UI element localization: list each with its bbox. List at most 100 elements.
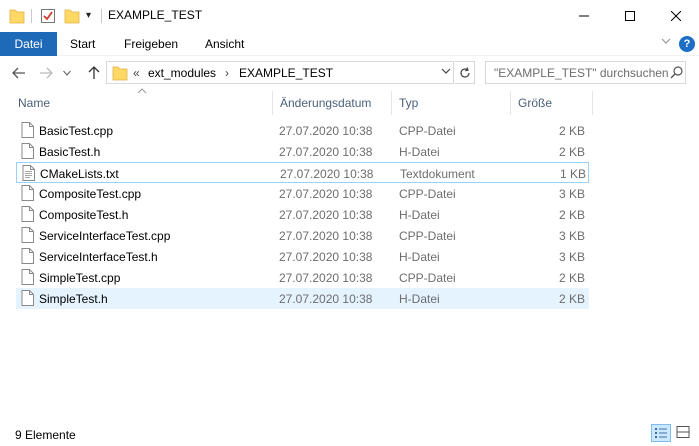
file-date: 27.07.2020 10:38	[279, 250, 373, 264]
file-icon	[21, 248, 34, 264]
column-header-name[interactable]: Name	[18, 96, 50, 120]
tab-share[interactable]: Freigeben	[124, 32, 178, 56]
breadcrumb-example-test[interactable]: EXAMPLE_TEST	[239, 66, 333, 80]
column-header-type[interactable]: Typ	[399, 96, 418, 120]
file-icon	[21, 290, 34, 306]
file-name: BasicTest.cpp	[39, 124, 114, 138]
file-icon	[21, 206, 34, 222]
folder-icon[interactable]	[9, 7, 25, 25]
toolbar-separator	[101, 9, 102, 23]
close-button[interactable]	[653, 0, 699, 32]
text-file-icon	[22, 165, 35, 181]
address-dropdown-icon[interactable]	[440, 65, 452, 80]
file-type: H-Datei	[399, 145, 440, 159]
properties-icon[interactable]	[40, 7, 56, 25]
file-row[interactable]: BasicTest.cpp 27.07.2020 10:38 CPP-Datei…	[16, 120, 589, 141]
large-icons-view-icon	[676, 426, 690, 438]
file-type: CPP-Datei	[399, 271, 456, 285]
window-title: EXAMPLE_TEST	[108, 8, 203, 22]
file-name: ServiceInterfaceTest.h	[39, 250, 158, 264]
file-row[interactable]: SimpleTest.cpp 27.07.2020 10:38 CPP-Date…	[16, 267, 589, 288]
file-name: CMakeLists.txt	[40, 167, 119, 181]
arrow-right-icon	[40, 67, 53, 79]
file-type: CPP-Datei	[399, 187, 456, 201]
forward-button[interactable]	[36, 63, 56, 83]
file-row[interactable]: SimpleTest.h 27.07.2020 10:38 H-Datei 2 …	[16, 288, 589, 309]
file-row[interactable]: CompositeTest.cpp 27.07.2020 10:38 CPP-D…	[16, 183, 589, 204]
file-row[interactable]: ServiceInterfaceTest.h 27.07.2020 10:38 …	[16, 246, 589, 267]
folder-icon	[112, 66, 128, 81]
large-icons-view-button[interactable]	[674, 424, 694, 442]
ribbon: Datei Start Freigeben Ansicht ?	[0, 32, 699, 56]
chevron-down-icon	[63, 70, 71, 76]
breadcrumb-ext-modules[interactable]: ext_modules	[148, 66, 216, 80]
sort-ascending-icon	[137, 86, 147, 96]
file-date: 27.07.2020 10:38	[279, 145, 373, 159]
file-name: CompositeTest.cpp	[39, 187, 142, 201]
file-date: 27.07.2020 10:38	[279, 187, 373, 201]
file-size: 1 KB	[559, 167, 586, 181]
refresh-button[interactable]	[455, 61, 475, 84]
file-date: 27.07.2020 10:38	[279, 124, 373, 138]
minimize-button[interactable]	[561, 0, 607, 32]
file-type: H-Datei	[399, 292, 440, 306]
file-size: 2 KB	[558, 271, 585, 285]
item-count: 9 Elemente	[15, 428, 76, 442]
column-divider[interactable]	[592, 91, 593, 115]
arrow-up-icon	[88, 66, 100, 79]
file-icon	[21, 185, 34, 201]
address-bar[interactable]: « ext_modules › EXAMPLE_TEST	[106, 61, 454, 84]
maximize-icon	[625, 11, 635, 21]
up-button[interactable]	[84, 63, 104, 83]
file-size: 2 KB	[558, 208, 585, 222]
column-header-size[interactable]: Größe	[518, 96, 552, 120]
address-overflow[interactable]: «	[133, 66, 140, 80]
minimize-icon	[579, 15, 589, 17]
file-icon	[21, 269, 34, 285]
search-input[interactable]: "EXAMPLE_TEST" durchsuchen	[485, 61, 686, 84]
refresh-icon	[459, 66, 470, 78]
column-header-date[interactable]: Änderungsdatum	[280, 96, 371, 120]
tab-file[interactable]: Datei	[0, 32, 57, 56]
file-date: 27.07.2020 10:38	[279, 229, 373, 243]
ribbon-expand-icon[interactable]	[661, 37, 671, 48]
quick-access-dropdown-icon[interactable]: ▾	[86, 7, 96, 25]
search-placeholder: "EXAMPLE_TEST" durchsuchen	[494, 66, 669, 80]
maximize-button[interactable]	[607, 0, 653, 32]
file-date: 27.07.2020 10:38	[279, 271, 373, 285]
close-icon	[671, 11, 681, 21]
toolbar-separator	[31, 9, 32, 23]
arrow-left-icon	[12, 67, 25, 79]
new-folder-icon[interactable]	[64, 7, 80, 25]
file-row[interactable]: ServiceInterfaceTest.cpp 27.07.2020 10:3…	[16, 225, 589, 246]
file-size: 2 KB	[558, 145, 585, 159]
details-view-button[interactable]	[651, 424, 671, 442]
file-type: Textdokument	[400, 167, 475, 181]
file-size: 3 KB	[558, 250, 585, 264]
breadcrumb-separator-icon[interactable]: ›	[225, 66, 229, 80]
navigation-bar: « ext_modules › EXAMPLE_TEST "EXAMPLE_TE…	[0, 57, 699, 91]
recent-locations-button[interactable]	[60, 63, 74, 83]
file-size: 3 KB	[558, 229, 585, 243]
file-type: CPP-Datei	[399, 124, 456, 138]
tab-start[interactable]: Start	[70, 32, 95, 56]
file-name: ServiceInterfaceTest.cpp	[39, 229, 171, 243]
column-divider[interactable]	[510, 91, 511, 115]
file-row[interactable]: BasicTest.h 27.07.2020 10:38 H-Datei 2 K…	[16, 141, 589, 162]
file-type: H-Datei	[399, 208, 440, 222]
file-type: H-Datei	[399, 250, 440, 264]
file-icon	[21, 227, 34, 243]
column-divider[interactable]	[391, 91, 392, 115]
file-name: BasicTest.h	[39, 145, 101, 159]
search-icon[interactable]	[670, 65, 684, 81]
file-size: 2 KB	[558, 124, 585, 138]
details-view-icon	[655, 428, 667, 438]
tab-view[interactable]: Ansicht	[205, 32, 244, 56]
file-size: 3 KB	[558, 187, 585, 201]
back-button[interactable]	[9, 63, 29, 83]
file-row[interactable]: CompositeTest.h 27.07.2020 10:38 H-Datei…	[16, 204, 589, 225]
file-row[interactable]: CMakeLists.txt 27.07.2020 10:38 Textdoku…	[16, 162, 589, 183]
column-divider[interactable]	[272, 91, 273, 115]
help-icon[interactable]: ?	[679, 36, 695, 52]
file-icon	[21, 122, 34, 138]
